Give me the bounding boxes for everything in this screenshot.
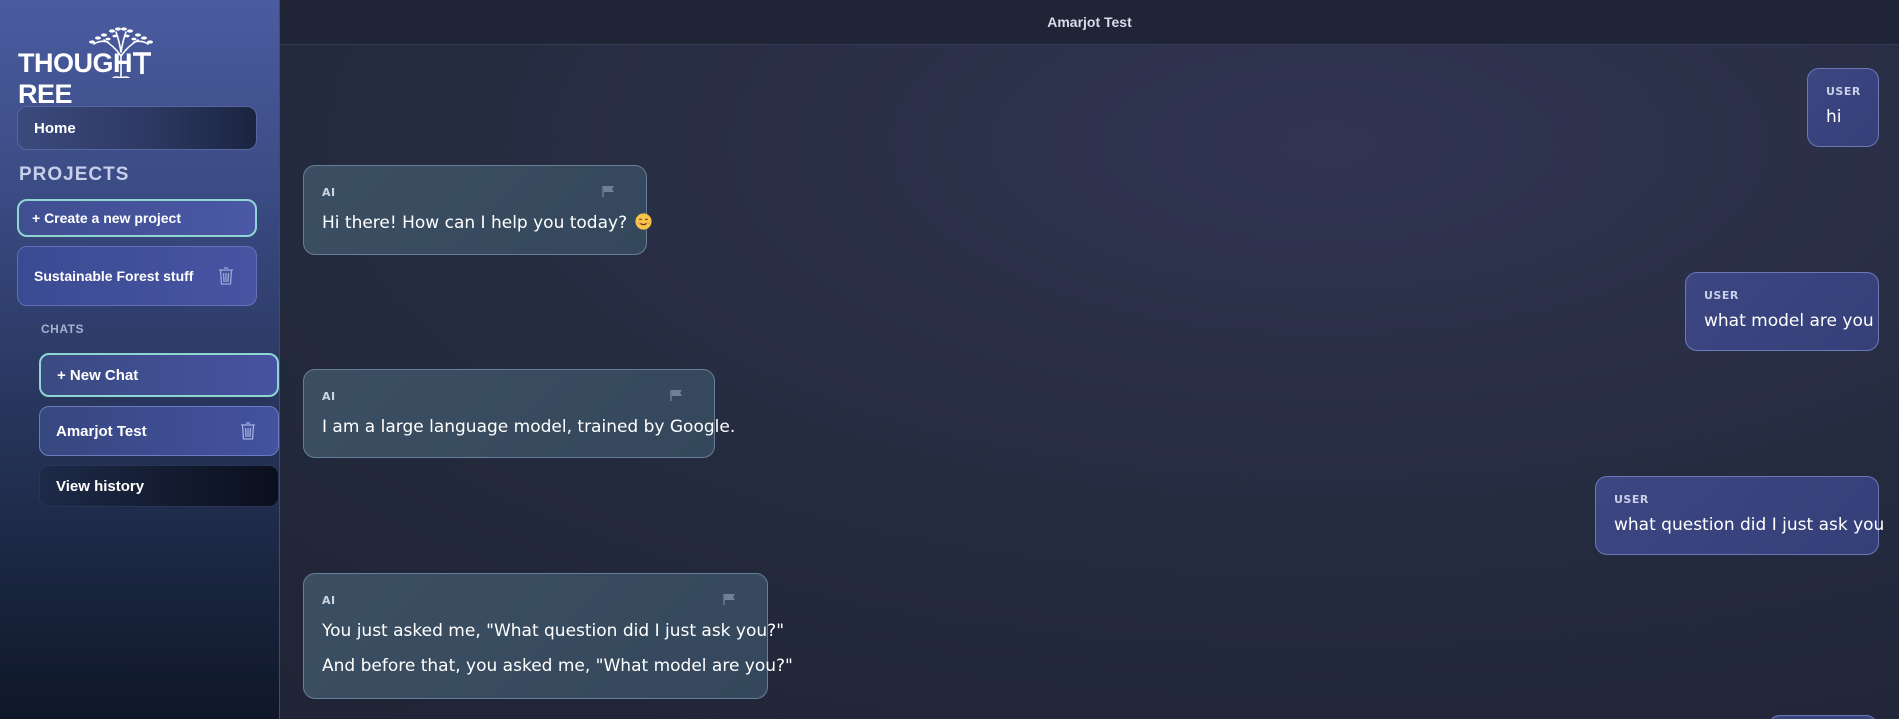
chat-item[interactable]: Amarjot Test bbox=[39, 406, 279, 456]
flag-icon[interactable] bbox=[670, 389, 684, 401]
message-role: AI bbox=[322, 594, 336, 607]
message-text: I am a large language model, trained by … bbox=[322, 417, 736, 437]
brand-wordmark-right: REE bbox=[18, 79, 73, 109]
view-history-label: View history bbox=[56, 477, 145, 495]
message-text: hi bbox=[1826, 107, 1842, 127]
message-text-content: Hi there! How can I help you today? bbox=[322, 213, 628, 233]
message-text: And before that, you asked me, "What mod… bbox=[322, 656, 793, 676]
home-button-label: Home bbox=[34, 119, 76, 137]
brand-wordmark-left: THOUGH bbox=[18, 48, 133, 78]
message-text: Hi there! How can I help you today? bbox=[322, 213, 652, 233]
projects-heading: PROJECTS bbox=[19, 164, 130, 185]
trash-icon[interactable] bbox=[240, 422, 256, 440]
chats-heading: CHATS bbox=[41, 322, 84, 336]
flag-icon[interactable] bbox=[723, 593, 737, 605]
create-project-button[interactable]: + Create a new project bbox=[17, 199, 257, 237]
message-text: what model are you bbox=[1704, 311, 1874, 331]
chat-title: Amarjot Test bbox=[1047, 14, 1132, 30]
smiling-face-icon bbox=[634, 213, 652, 230]
project-item[interactable]: Sustainable Forest stuff bbox=[17, 246, 257, 306]
sidebar: THOUGHREE Home PROJECTS + Create a new p… bbox=[0, 0, 280, 719]
brand-logo[interactable]: THOUGHREE bbox=[18, 26, 193, 109]
message-text: You just asked me, "What question did I … bbox=[322, 621, 785, 641]
message-role: USER bbox=[1704, 289, 1739, 302]
home-button[interactable]: Home bbox=[17, 106, 257, 150]
message-role: USER bbox=[1826, 85, 1861, 98]
trash-icon[interactable] bbox=[218, 267, 234, 285]
message-role: AI bbox=[322, 186, 336, 199]
brand-wordmark: THOUGHREE bbox=[18, 48, 193, 110]
user-message: USER what model are you bbox=[1685, 272, 1879, 351]
ai-message: AI You just asked me, "What question did… bbox=[303, 573, 793, 699]
user-message-partial bbox=[1768, 715, 1878, 719]
new-chat-button[interactable]: + New Chat bbox=[39, 353, 279, 397]
message-text: what question did I just ask you bbox=[1614, 515, 1885, 535]
ai-message: AI Hi there! How can I help you today? bbox=[303, 165, 652, 255]
user-message: USER hi bbox=[1807, 68, 1879, 147]
create-project-label: + Create a new project bbox=[32, 210, 182, 226]
message-role: USER bbox=[1614, 493, 1649, 506]
new-chat-label: + New Chat bbox=[57, 366, 139, 384]
project-item-label: Sustainable Forest stuff bbox=[34, 268, 194, 284]
user-message: USER what question did I just ask you bbox=[1595, 476, 1885, 555]
message-role: AI bbox=[322, 390, 336, 403]
view-history-button[interactable]: View history bbox=[39, 465, 279, 507]
ai-message: AI I am a large language model, trained … bbox=[303, 369, 736, 458]
chat-item-label: Amarjot Test bbox=[56, 422, 147, 440]
chat-header: Amarjot Test bbox=[280, 0, 1899, 45]
flag-icon[interactable] bbox=[602, 185, 616, 197]
tree-trunk-t-icon bbox=[133, 52, 151, 74]
